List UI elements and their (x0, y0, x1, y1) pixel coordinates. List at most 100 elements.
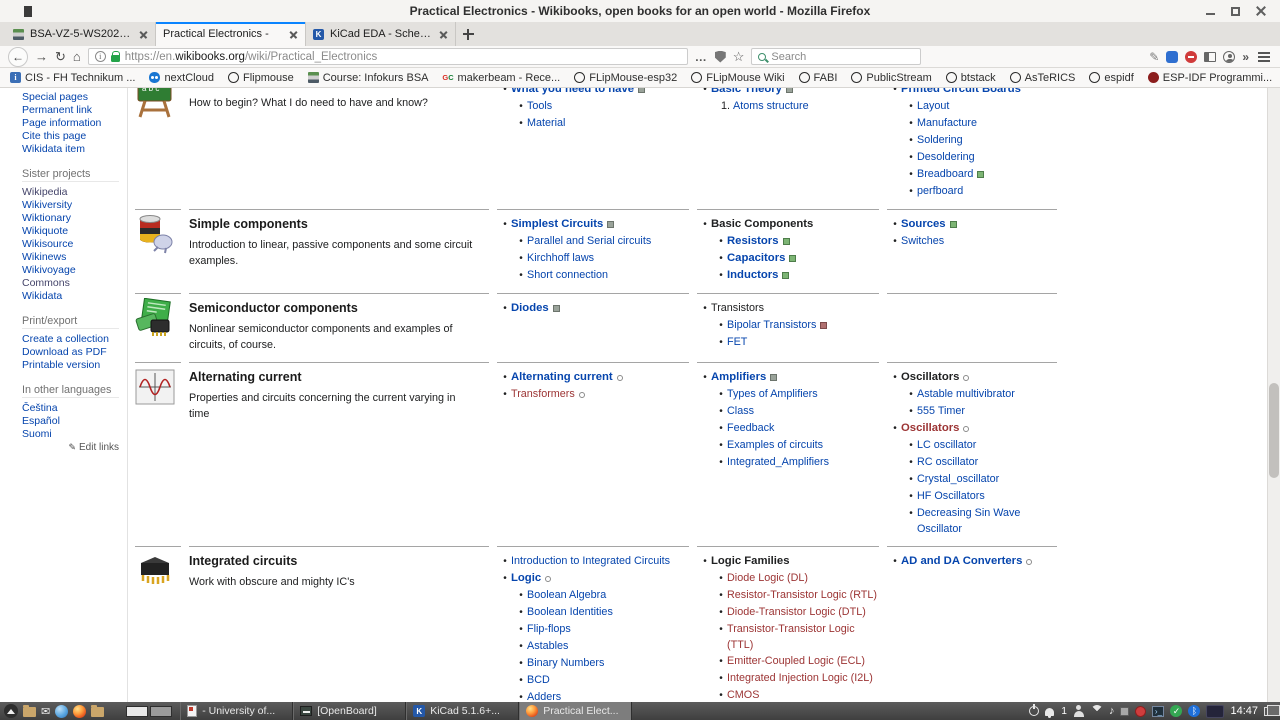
wiki-link-transistor-transistor-logic-ttl[interactable]: Transistor-Transistor Logic (TTL) (727, 621, 879, 653)
workspace-1[interactable] (126, 706, 148, 717)
tab-kicad-eda-schemati[interactable]: KKiCad EDA - Schemati (306, 22, 456, 46)
wiki-link-astables[interactable]: Astables (527, 638, 568, 654)
wiki-link-manufacture[interactable]: Manufacture (917, 115, 977, 131)
globe-launcher-icon[interactable] (55, 705, 68, 718)
tab-close-icon[interactable] (139, 30, 148, 39)
sidebar-item-wikipedia[interactable]: Wikipedia (22, 186, 119, 199)
sidebar-toggle-icon[interactable] (1204, 52, 1216, 62)
tab-close-icon[interactable] (289, 30, 298, 39)
wiki-link-breadboard[interactable]: Breadboard (917, 166, 973, 182)
check-icon[interactable]: ✓ (1170, 705, 1182, 717)
folder-launcher-icon[interactable] (91, 707, 104, 717)
bookmark-nextcloud[interactable]: nextCloud (149, 72, 214, 84)
url-bar[interactable]: i https://en.wikibooks.org/wiki/Practica… (88, 48, 688, 65)
wiki-link-tools[interactable]: Tools (527, 98, 552, 114)
wiki-link-alternating-current[interactable]: Alternating current (511, 369, 613, 385)
wiki-link-amplifiers[interactable]: Amplifiers (711, 369, 766, 385)
wiki-link-what-you-need-to-have[interactable]: What you need to have (511, 88, 634, 97)
wiki-link-kirchhoff-laws[interactable]: Kirchhoff laws (527, 250, 594, 266)
folder-launcher-icon[interactable] (23, 707, 36, 717)
edit-links[interactable]: ✎Edit links (22, 442, 119, 453)
workspace-2[interactable] (150, 706, 172, 717)
wiki-link-diode-logic-dl[interactable]: Diode Logic (DL) (727, 570, 808, 586)
bookmark-course-infokurs-bsa[interactable]: Course: Infokurs BSA (308, 72, 429, 84)
wiki-link-perfboard[interactable]: perfboard (917, 183, 963, 199)
bookmark-star-icon[interactable]: ☆ (733, 49, 745, 65)
wiki-link-integrated-amplifiers[interactable]: Integrated_Amplifiers (727, 454, 829, 470)
bookmark-publicstream[interactable]: PublicStream (851, 72, 931, 84)
bookmark-espidf[interactable]: espidf (1089, 72, 1133, 84)
sidebar-item-wiktionary[interactable]: Wiktionary (22, 212, 119, 225)
wiki-link-555-timer[interactable]: 555 Timer (917, 403, 965, 419)
wiki-link-basic-theory[interactable]: Basic Theory (711, 88, 782, 97)
wiki-link-simplest-circuits[interactable]: Simplest Circuits (511, 216, 603, 232)
wiki-link-soldering[interactable]: Soldering (917, 132, 963, 148)
bookmark-fabi[interactable]: FABI (799, 72, 838, 84)
bell-icon[interactable] (1045, 708, 1054, 716)
wiki-link-introduction-to-integrated-circuits[interactable]: Introduction to Integrated Circuits (511, 553, 670, 569)
bt-icon[interactable]: ᛒ (1188, 705, 1200, 717)
wiki-link-basic-components[interactable]: Basic Components (711, 216, 813, 232)
user-icon[interactable] (1073, 705, 1085, 717)
reddot-icon[interactable] (1135, 706, 1146, 717)
wiki-link-fet[interactable]: FET (727, 334, 747, 350)
vault-icon[interactable] (1206, 705, 1224, 718)
account-icon[interactable] (1223, 51, 1235, 63)
wiki-link-cmos[interactable]: CMOS (727, 687, 759, 702)
note-icon[interactable]: ♪ (1109, 705, 1115, 717)
apps-launcher-icon[interactable] (4, 704, 18, 718)
sidebar-item-wikisource[interactable]: Wikisource (22, 238, 119, 251)
minimize-button[interactable] (1206, 13, 1215, 15)
wiki-link-sources[interactable]: Sources (901, 216, 946, 232)
search-input[interactable]: Search (751, 48, 921, 65)
wiki-link-bipolar-transistors[interactable]: Bipolar Transistors (727, 317, 816, 333)
scrollbar-thumb[interactable] (1269, 383, 1279, 478)
screenshot-pen-icon[interactable]: ✎ (1149, 50, 1159, 64)
bookmark-cis-fh-technikum[interactable]: iCIS - FH Technikum ... (10, 72, 135, 84)
wiki-link-types-of-amplifiers[interactable]: Types of Amplifiers (727, 386, 818, 402)
sidebar-item-cite-this-page[interactable]: Cite this page (22, 130, 119, 143)
wiki-link-flip-flops[interactable]: Flip-flops (527, 621, 571, 637)
wiki-link-layout[interactable]: Layout (917, 98, 949, 114)
chip-icon[interactable] (1120, 707, 1129, 716)
wiki-link-binary-numbers[interactable]: Binary Numbers (527, 655, 604, 671)
wiki-link-printed-circuit-boards[interactable]: Printed Circuit Boards (901, 88, 1021, 97)
sidebar-item-wikivoyage[interactable]: Wikivoyage (22, 264, 119, 277)
wiki-link-astable-multivibrator[interactable]: Astable multivibrator (917, 386, 1015, 402)
wiki-link-resistors[interactable]: Resistors (727, 233, 779, 249)
wiki-link-feedback[interactable]: Feedback (727, 420, 774, 436)
wiki-link-oscillators[interactable]: Oscillators (901, 420, 959, 436)
wiki-link-boolean-algebra[interactable]: Boolean Algebra (527, 587, 606, 603)
extension-blue-icon[interactable] (1166, 51, 1178, 63)
windows-icon[interactable] (1264, 707, 1275, 716)
wiki-link-diode-transistor-logic-dtl[interactable]: Diode-Transistor Logic (DTL) (727, 604, 866, 620)
bookmark-btstack[interactable]: btstack (946, 72, 996, 84)
firefox-launcher-icon[interactable] (73, 705, 86, 718)
adblock-icon[interactable] (1185, 51, 1197, 63)
wiki-link-switches[interactable]: Switches (901, 233, 944, 249)
power-icon[interactable] (1029, 706, 1039, 716)
https-lock-icon[interactable] (111, 55, 120, 62)
tab-practical-electronics[interactable]: Practical Electronics - (156, 22, 306, 46)
wiki-link-adders[interactable]: Adders (527, 689, 561, 702)
sidebar-item-suomi[interactable]: Suomi (22, 428, 119, 441)
wiki-link-decreasing-sin-wave-oscillator[interactable]: Decreasing Sin Wave Oscillator (917, 505, 1057, 537)
wiki-link-emitter-coupled-logic-ecl[interactable]: Emitter-Coupled Logic (ECL) (727, 653, 865, 669)
wiki-link-ad-and-da-converters[interactable]: AD and DA Converters (901, 553, 1022, 569)
wiki-link-parallel-and-serial-circuits[interactable]: Parallel and Serial circuits (527, 233, 651, 249)
sidebar-item-wikiversity[interactable]: Wikiversity (22, 199, 119, 212)
tab-close-icon[interactable] (439, 30, 448, 39)
wiki-link-oscillators[interactable]: Oscillators (901, 369, 959, 385)
sidebar-item-page-information[interactable]: Page information (22, 117, 119, 130)
sidebar-item-create-a-collection[interactable]: Create a collection (22, 333, 119, 346)
wiki-link-hf-oscillators[interactable]: HF Oscillators (917, 488, 985, 504)
bookmark-makerbeam-rece[interactable]: GCmakerbeam - Rece... (443, 72, 561, 84)
wiki-link-crystal-oscillator[interactable]: Crystal_oscillator (917, 471, 999, 487)
task-kicad-5-1-6[interactable]: KKiCad 5.1.6+... (406, 702, 519, 720)
wiki-link-transformers[interactable]: Transformers (511, 386, 575, 402)
back-button[interactable]: ← (8, 47, 28, 67)
sidebar-item-wikidata-item[interactable]: Wikidata item (22, 143, 119, 156)
task-practical-elect[interactable]: Practical Elect... (519, 702, 632, 720)
home-button[interactable]: ⌂ (73, 50, 81, 63)
tab-bsa-vz-5-ws2020-ak[interactable]: BSA-VZ-5-WS2020-AK/ (6, 22, 156, 46)
